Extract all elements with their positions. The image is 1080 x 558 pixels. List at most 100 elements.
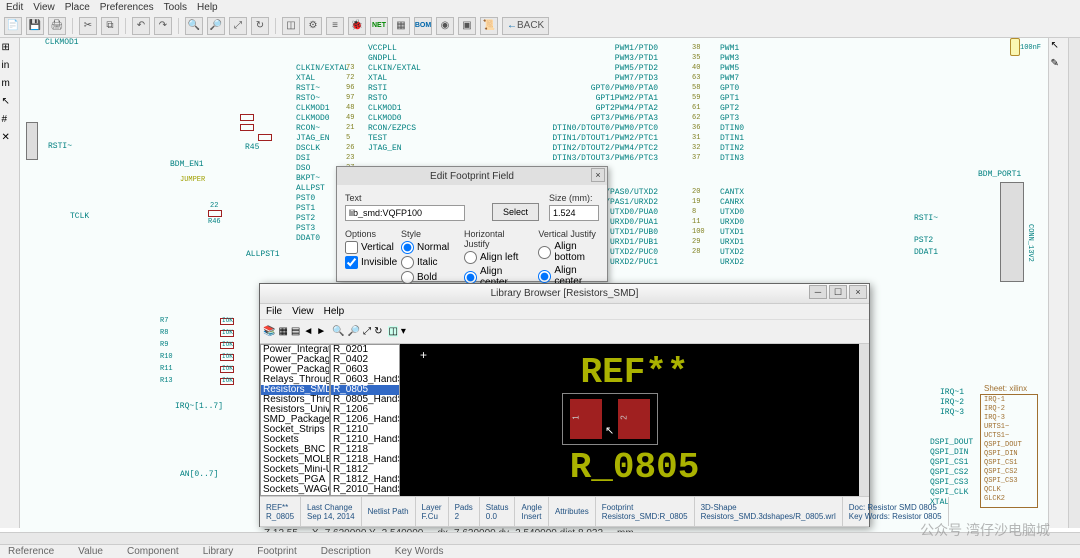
lib-item[interactable]: Sockets_Mini-Univ <box>261 465 329 475</box>
fp-item[interactable]: R_1210 <box>331 425 399 435</box>
size-input[interactable] <box>549 205 599 221</box>
lib-item[interactable]: Symbols <box>261 495 329 496</box>
redo-icon[interactable]: ↷ <box>154 17 172 35</box>
fp-item[interactable]: R_1812_HandSolderin <box>331 475 399 485</box>
fp-item[interactable]: R_1206_HandSolderin <box>331 415 399 425</box>
close-icon[interactable]: × <box>591 168 605 182</box>
vertical-checkbox[interactable]: Vertical <box>345 241 391 254</box>
menu-edit[interactable]: Edit <box>6 2 23 13</box>
footprint-canvas[interactable]: + REF** 1 2 ↖ R_0805 <box>400 344 869 496</box>
menu-help[interactable]: Help <box>197 2 218 13</box>
style-italic[interactable]: Italic <box>401 256 454 269</box>
main-menubar[interactable]: Edit View Place Preferences Tools Help <box>0 0 1080 14</box>
style-normal[interactable]: Normal <box>401 241 454 254</box>
zoom-fit-icon[interactable]: ⤢ <box>363 326 371 337</box>
vertical-scrollbar[interactable] <box>1068 38 1080 528</box>
menu-tools[interactable]: Tools <box>164 2 187 13</box>
lib-menubar[interactable]: File View Help <box>260 304 869 320</box>
new-icon[interactable]: 📄 <box>4 17 22 35</box>
menu-view[interactable]: View <box>33 2 55 13</box>
zoom-in-icon[interactable]: 🔍 <box>185 17 203 35</box>
hj-left[interactable]: Align left <box>464 251 528 264</box>
annotate-icon[interactable]: # <box>2 114 18 130</box>
pad-icon[interactable]: ◉ <box>436 17 454 35</box>
fp-item[interactable]: R_0201 <box>331 345 399 355</box>
close-icon[interactable]: × <box>849 285 867 299</box>
3d-icon[interactable]: ◫ <box>388 326 397 337</box>
3d-icon[interactable]: ◫ <box>282 17 300 35</box>
cursor-icon[interactable]: ↖ <box>2 96 18 112</box>
lib-menu-file[interactable]: File <box>266 306 282 317</box>
fp-item[interactable]: R_1206 <box>331 405 399 415</box>
bug-icon[interactable]: 🐞 <box>348 17 366 35</box>
fp-item[interactable]: R_0805 <box>331 385 399 395</box>
board-icon[interactable]: ▣ <box>458 17 476 35</box>
zoom-out-icon[interactable]: 🔎 <box>348 326 360 337</box>
lib-item[interactable]: Sockets_MOLEX_KI <box>261 455 329 465</box>
drop-icon[interactable]: ▾ <box>401 326 406 337</box>
lib-item[interactable]: Power_Packages_T <box>261 365 329 375</box>
lib-item[interactable]: Sockets_BNC <box>261 445 329 455</box>
footprint-list[interactable]: R_0201R_0402R_0603R_0603_HandSolderinR_0… <box>330 344 400 496</box>
lib-item[interactable]: Sockets_WAGO734 <box>261 485 329 495</box>
lib-menu-view[interactable]: View <box>292 306 314 317</box>
zoom-fit-icon[interactable]: ⤢ <box>229 17 247 35</box>
fp-item[interactable]: R_1210_HandSolderin <box>331 435 399 445</box>
highlight-tool-icon[interactable]: ✎ <box>1051 58 1067 74</box>
grid1-icon[interactable]: ▦ <box>278 326 287 337</box>
fp-item[interactable]: R_1218_HandSolderin <box>331 455 399 465</box>
lib-item[interactable]: SMD_Packages <box>261 415 329 425</box>
menu-place[interactable]: Place <box>65 2 90 13</box>
vj-bottom[interactable]: Align bottom <box>538 241 599 263</box>
library-list[interactable]: Power_IntegrationPower_Packages_SPower_P… <box>260 344 330 496</box>
text-input[interactable] <box>345 205 465 221</box>
settings-icon[interactable]: ⚙ <box>304 17 322 35</box>
horizontal-scrollbar[interactable] <box>0 532 1080 544</box>
lib-item[interactable]: Resistors_Through <box>261 395 329 405</box>
lib-item[interactable]: Power_Packages_S <box>261 355 329 365</box>
select-tool-icon[interactable]: ↖ <box>1051 40 1067 56</box>
lib-menu-help[interactable]: Help <box>324 306 345 317</box>
refresh-icon[interactable]: ↻ <box>374 326 382 337</box>
lib-item[interactable]: Sockets <box>261 435 329 445</box>
undo-icon[interactable]: ↶ <box>132 17 150 35</box>
fp-item[interactable]: R_0603 <box>331 365 399 375</box>
print-icon[interactable]: 🖨 <box>48 17 66 35</box>
fp-item[interactable]: R_0402 <box>331 355 399 365</box>
net-icon[interactable]: NET <box>370 17 388 35</box>
canvas-vscroll[interactable] <box>859 344 869 496</box>
unit-in-icon[interactable]: in <box>2 60 18 76</box>
script-icon[interactable]: 📜 <box>480 17 498 35</box>
prev-icon[interactable]: ◄ <box>303 326 313 337</box>
bom-icon[interactable]: BOM <box>414 17 432 35</box>
lib-item[interactable]: Resistors_SMD <box>261 385 329 395</box>
save-icon[interactable]: 💾 <box>26 17 44 35</box>
fp-item[interactable]: R_1218 <box>331 445 399 455</box>
cut-icon[interactable]: ✂ <box>79 17 97 35</box>
fp-item[interactable]: R_0603_HandSolderin <box>331 375 399 385</box>
grid-icon[interactable]: ⊞ <box>2 42 18 58</box>
fp-item[interactable]: R_0805_HandSolderin <box>331 395 399 405</box>
zoom-in-icon[interactable]: 🔍 <box>332 326 344 337</box>
lib-item[interactable]: Resistors_Universal <box>261 405 329 415</box>
lib-item[interactable]: Socket_Strips <box>261 425 329 435</box>
unit-mm-icon[interactable]: m <box>2 78 18 94</box>
layers-icon[interactable]: ≡ <box>326 17 344 35</box>
back-button[interactable]: ←BACK <box>502 17 549 35</box>
lib-item[interactable]: Sockets_PGA <box>261 475 329 485</box>
copy-icon[interactable]: ⧉ <box>101 17 119 35</box>
grid2-icon[interactable]: ▤ <box>291 326 300 337</box>
refresh-icon[interactable]: ↻ <box>251 17 269 35</box>
minimize-icon[interactable]: ─ <box>809 285 827 299</box>
invisible-checkbox[interactable]: Invisible <box>345 256 391 269</box>
zoom-out-icon[interactable]: 🔎 <box>207 17 225 35</box>
chip-icon[interactable]: ▦ <box>392 17 410 35</box>
menu-preferences[interactable]: Preferences <box>100 2 154 13</box>
lib-item[interactable]: Relays_ThroughHo <box>261 375 329 385</box>
lib-item[interactable]: Power_Integration <box>261 345 329 355</box>
fp-item[interactable]: R_2010_HandSolderin <box>331 485 399 495</box>
fp-item[interactable]: R_1812 <box>331 465 399 475</box>
maximize-icon[interactable]: ☐ <box>829 285 847 299</box>
next-icon[interactable]: ► <box>316 326 326 337</box>
select-button[interactable]: Select <box>492 203 539 221</box>
